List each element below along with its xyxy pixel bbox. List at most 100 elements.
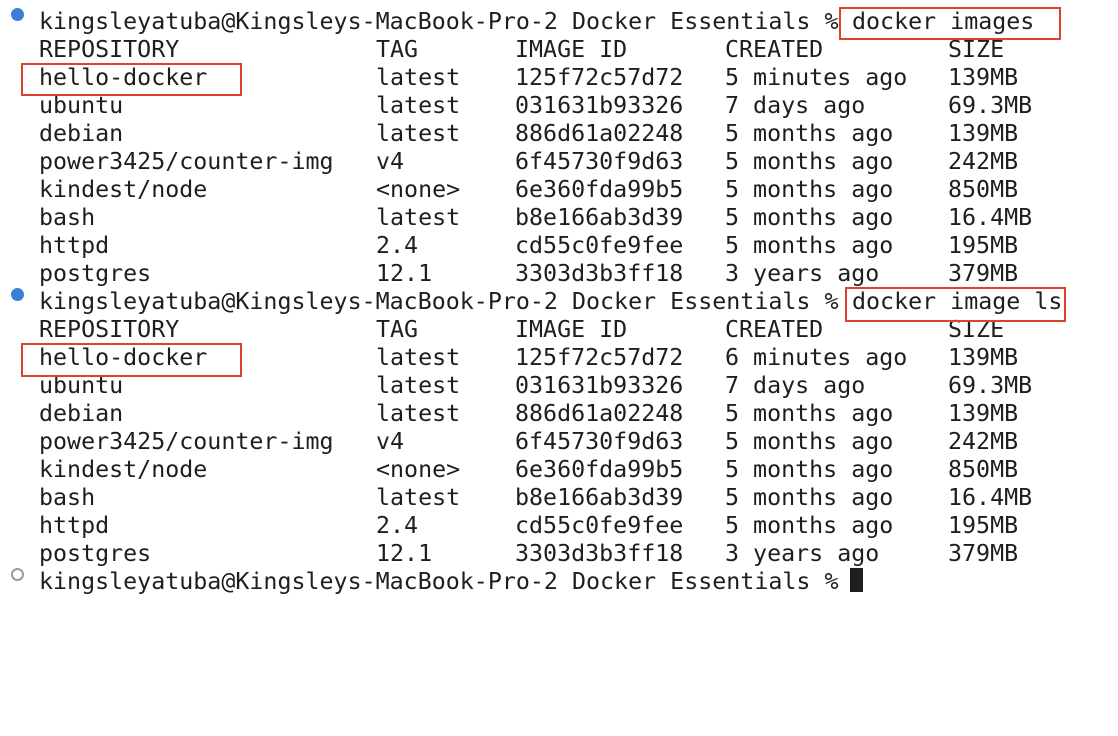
cell-tag: 12.1 [376,540,433,567]
cell-tag: v4 [376,148,405,175]
prompt-text: kingsleyatuba@Kingsleys-MacBook-Pro-2 Do… [39,568,839,595]
cell-created: 5 minutes ago [725,64,908,91]
table-row: hello-docker latest 125f72c57d72 5 minut… [0,64,1118,92]
cell-image-id: b8e166ab3d39 [515,204,684,231]
cell-tag: 2.4 [376,512,419,539]
header-repository: REPOSITORY [39,36,180,63]
cell-repository: ubuntu [39,92,124,119]
cell-image-id: cd55c0fe9fee [515,232,684,259]
cell-image-id: 6e360fda99b5 [515,176,684,203]
cell-created: 6 minutes ago [725,344,908,371]
table-row: postgres 12.1 3303d3b3ff18 3 years ago 3… [0,540,1118,568]
cell-tag: latest [376,372,461,399]
table-row: ubuntu latest 031631b93326 7 days ago 69… [0,372,1118,400]
cell-tag: v4 [376,428,405,455]
cell-created: 3 years ago [725,540,880,567]
table-row: debian latest 886d61a02248 5 months ago … [0,400,1118,428]
table-row: postgres 12.1 3303d3b3ff18 3 years ago 3… [0,260,1118,288]
table-row: kindest/node <none> 6e360fda99b5 5 month… [0,176,1118,204]
terminal-output[interactable]: kingsleyatuba@Kingsleys-MacBook-Pro-2 Do… [0,8,1118,596]
text-cursor[interactable] [850,568,863,592]
cell-repository: kindest/node [39,456,208,483]
table-header: REPOSITORY TAG IMAGE ID CREATED SIZE [0,316,1118,344]
cell-repository: postgres [39,260,152,287]
cell-repository: power3425/counter-img [39,428,334,455]
cell-image-id: 886d61a02248 [515,400,684,427]
cell-size: 69.3MB [948,372,1033,399]
cell-tag: latest [376,92,461,119]
cell-size: 139MB [948,64,1019,91]
cell-tag: latest [376,484,461,511]
table-row: bash latest b8e166ab3d39 5 months ago 16… [0,484,1118,512]
cell-size: 379MB [948,540,1019,567]
cell-image-id: 6f45730f9d63 [515,148,684,175]
table-row: httpd 2.4 cd55c0fe9fee 5 months ago 195M… [0,512,1118,540]
table-row: ubuntu latest 031631b93326 7 days ago 69… [0,92,1118,120]
active-prompt-line[interactable]: kingsleyatuba@Kingsleys-MacBook-Pro-2 Do… [0,568,1118,596]
table-header: REPOSITORY TAG IMAGE ID CREATED SIZE [0,36,1118,64]
table-row: httpd 2.4 cd55c0fe9fee 5 months ago 195M… [0,232,1118,260]
command-success-icon[interactable] [11,288,24,301]
cell-size: 16.4MB [948,204,1033,231]
cell-created: 5 months ago [725,456,894,483]
cell-tag: <none> [376,456,461,483]
cell-repository: bash [39,484,96,511]
cell-image-id: b8e166ab3d39 [515,484,684,511]
cell-created: 5 months ago [725,120,894,147]
cell-tag: latest [376,400,461,427]
table-row: debian latest 886d61a02248 5 months ago … [0,120,1118,148]
cell-created: 5 months ago [725,512,894,539]
table-row: power3425/counter-img v4 6f45730f9d63 5 … [0,148,1118,176]
cell-tag: latest [376,344,461,371]
cell-size: 850MB [948,456,1019,483]
cell-repository: power3425/counter-img [39,148,334,175]
header-created: CREATED [725,36,824,63]
command-text: docker images [852,8,1035,35]
cell-size: 195MB [948,232,1019,259]
cell-image-id: 031631b93326 [515,92,684,119]
cell-created: 5 months ago [725,484,894,511]
table-row: hello-docker latest 125f72c57d72 6 minut… [0,344,1118,372]
cell-size: 242MB [948,428,1019,455]
cell-repository: debian [39,120,124,147]
cell-size: 139MB [948,344,1019,371]
cell-created: 5 months ago [725,428,894,455]
cell-image-id: 125f72c57d72 [515,344,684,371]
header-tag: TAG [376,36,419,63]
cell-size: 16.4MB [948,484,1033,511]
cell-image-id: 6e360fda99b5 [515,456,684,483]
cell-image-id: 125f72c57d72 [515,64,684,91]
cell-created: 5 months ago [725,204,894,231]
header-repository: REPOSITORY [39,316,180,343]
header-tag: TAG [376,316,419,343]
pending-command-icon [11,568,24,581]
header-created: CREATED [725,316,824,343]
cell-tag: latest [376,204,461,231]
cell-repository: postgres [39,540,152,567]
prompt-text: kingsleyatuba@Kingsleys-MacBook-Pro-2 Do… [39,288,839,315]
cell-image-id: 031631b93326 [515,372,684,399]
table-row: kindest/node <none> 6e360fda99b5 5 month… [0,456,1118,484]
cell-created: 3 years ago [725,260,880,287]
cell-image-id: 6f45730f9d63 [515,428,684,455]
cell-repository: bash [39,204,96,231]
cell-tag: 12.1 [376,260,433,287]
cell-created: 5 months ago [725,148,894,175]
command-success-icon[interactable] [11,8,24,21]
table-row: power3425/counter-img v4 6f45730f9d63 5 … [0,428,1118,456]
cell-repository: httpd [39,512,110,539]
header-image-id: IMAGE ID [515,316,628,343]
cell-created: 7 days ago [725,372,866,399]
cell-size: 139MB [948,400,1019,427]
cell-repository: hello-docker [39,344,208,371]
header-size: SIZE [948,36,1005,63]
prompt-line: kingsleyatuba@Kingsleys-MacBook-Pro-2 Do… [0,288,1118,316]
cell-image-id: cd55c0fe9fee [515,512,684,539]
cell-size: 379MB [948,260,1019,287]
cell-size: 850MB [948,176,1019,203]
cell-repository: debian [39,400,124,427]
table-row: bash latest b8e166ab3d39 5 months ago 16… [0,204,1118,232]
cell-repository: ubuntu [39,372,124,399]
header-image-id: IMAGE ID [515,36,628,63]
prompt-text: kingsleyatuba@Kingsleys-MacBook-Pro-2 Do… [39,8,839,35]
